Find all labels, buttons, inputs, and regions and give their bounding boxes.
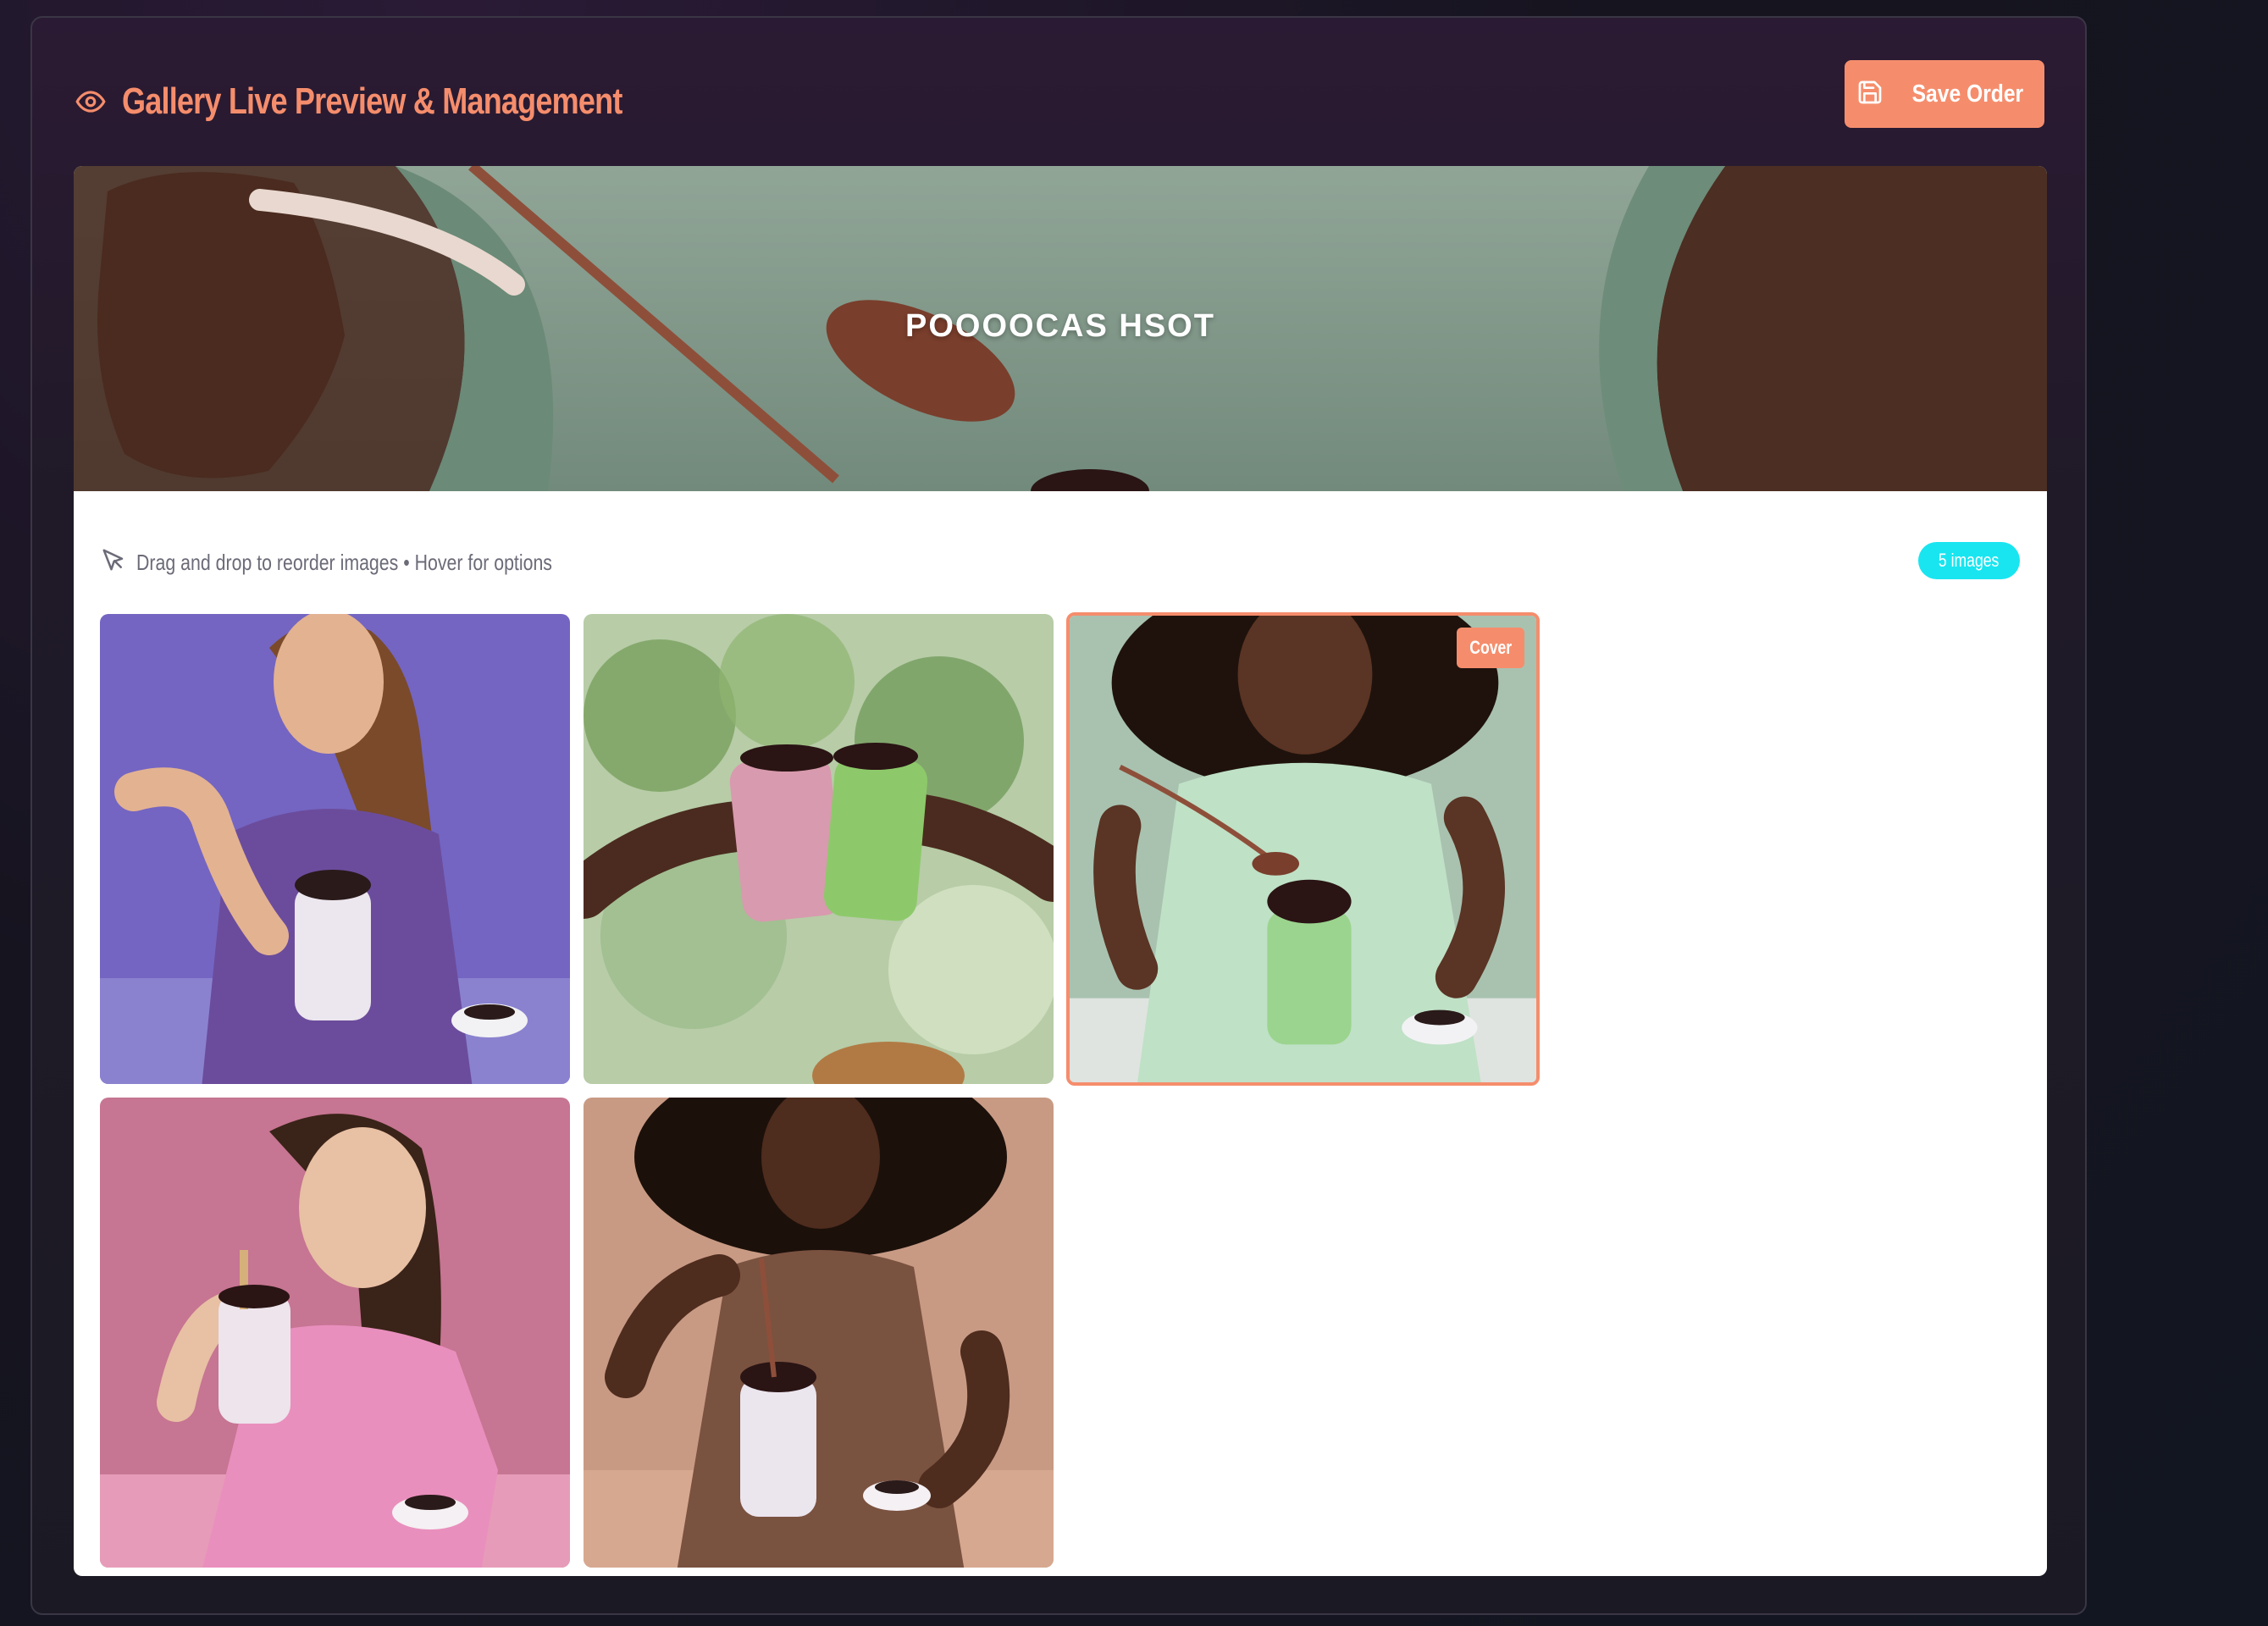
- save-order-button[interactable]: Save Order: [1845, 60, 2044, 128]
- gallery-photo-4: [100, 1098, 570, 1568]
- gallery-image-5[interactable]: [584, 1098, 1054, 1568]
- gallery-photo-2: [584, 614, 1054, 1084]
- gallery-image-2[interactable]: [584, 614, 1054, 1084]
- banner-title: POOOOCAS HSOT: [905, 308, 1215, 344]
- image-count-badge: 5 images: [1918, 542, 2020, 579]
- gallery-photo-1: [100, 614, 570, 1084]
- preview-content: POOOOCAS HSOT Drag and drop to reorder i…: [74, 166, 2047, 1576]
- cover-badge: Cover: [1457, 628, 1524, 668]
- reorder-hint-text: Drag and drop to reorder images • Hover …: [136, 550, 552, 575]
- gallery-photo-3: [1070, 616, 1536, 1082]
- gallery-image-4[interactable]: [100, 1098, 570, 1568]
- gallery-toolbar: Drag and drop to reorder images • Hover …: [101, 542, 2020, 579]
- gallery-image-1[interactable]: [100, 614, 570, 1084]
- cover-badge-text: Cover: [1469, 637, 1512, 658]
- reorder-hint: Drag and drop to reorder images • Hover …: [101, 547, 644, 578]
- cursor-pointer-icon: [101, 547, 126, 578]
- save-order-label: Save Order: [1911, 80, 2023, 108]
- gallery-panel: Gallery Live Preview & Management Save O…: [30, 16, 2087, 1615]
- panel-header: Gallery Live Preview & Management Save O…: [75, 60, 2044, 143]
- title-group: Gallery Live Preview & Management: [75, 80, 732, 123]
- gallery-photo-5: [584, 1098, 1054, 1568]
- cover-banner: POOOOCAS HSOT: [74, 166, 2047, 491]
- page-title: Gallery Live Preview & Management: [122, 80, 622, 122]
- floppy-disk-icon: [1856, 79, 1884, 110]
- gallery-image-3-cover[interactable]: Cover: [1066, 612, 1540, 1086]
- eye-icon: [75, 86, 107, 118]
- image-count-text: 5 images: [1939, 550, 2000, 571]
